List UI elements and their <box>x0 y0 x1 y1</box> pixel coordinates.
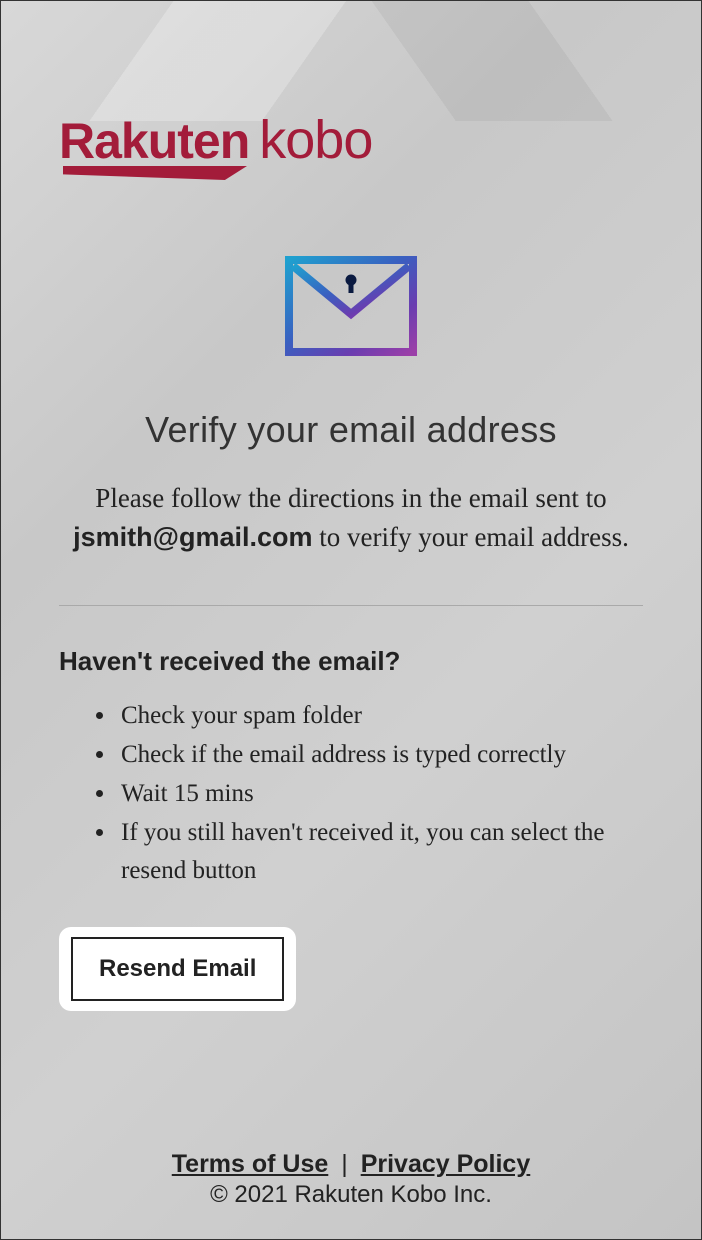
page-title: Verify your email address <box>59 409 643 451</box>
list-item: Check if the email address is typed corr… <box>117 736 643 775</box>
instruction-pre: Please follow the directions in the emai… <box>95 483 606 513</box>
instruction-text: Please follow the directions in the emai… <box>59 479 643 557</box>
privacy-policy-link[interactable]: Privacy Policy <box>361 1150 531 1178</box>
resend-email-button[interactable]: Resend Email <box>71 937 284 1001</box>
footer-separator: | <box>341 1150 354 1178</box>
logo-underline <box>63 166 247 180</box>
logo-kobo-text: kobo <box>259 110 372 170</box>
list-item: Check your spam folder <box>117 697 643 736</box>
user-email: jsmith@gmail.com <box>73 522 312 552</box>
copyright-text: © 2021 Rakuten Kobo Inc. <box>1 1181 701 1209</box>
resend-highlight: Resend Email <box>59 927 296 1011</box>
logo-rakuten-text: Rakuten <box>59 112 249 170</box>
instruction-post: to verify your email address. <box>312 522 628 552</box>
help-tips-list: Check your spam folder Check if the emai… <box>59 697 643 891</box>
brand-logo: Rakuten kobo <box>59 1 643 221</box>
list-item: If you still haven't received it, you ca… <box>117 814 643 892</box>
footer: Terms of Use | Privacy Policy © 2021 Rak… <box>1 1150 701 1209</box>
help-heading: Haven't received the email? <box>59 646 643 677</box>
divider <box>59 605 643 606</box>
list-item: Wait 15 mins <box>117 775 643 814</box>
envelope-lock-icon <box>59 256 643 361</box>
terms-of-use-link[interactable]: Terms of Use <box>172 1150 329 1178</box>
